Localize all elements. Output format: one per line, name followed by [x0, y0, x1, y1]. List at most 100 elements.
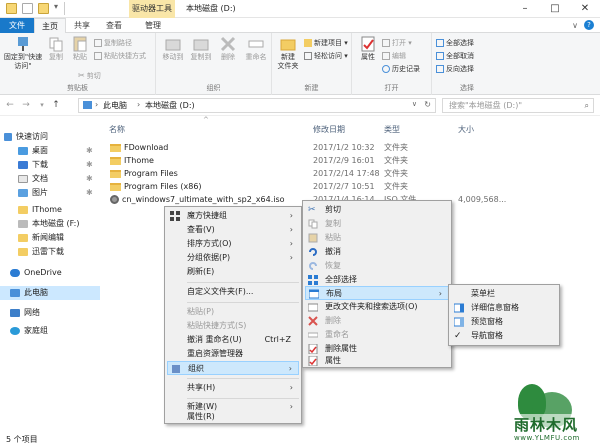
- menu-item-customize-folder[interactable]: 自定义文件夹(F)...: [167, 285, 299, 299]
- pictures-icon: [18, 188, 28, 197]
- move-to-button[interactable]: 移动到: [160, 35, 186, 62]
- folder-icon[interactable]: [6, 3, 17, 14]
- close-icon[interactable]: ✕: [570, 0, 600, 18]
- column-size[interactable]: 大小: [458, 124, 474, 135]
- sidebar-item-news-edit[interactable]: 新闻编辑: [18, 231, 118, 245]
- details-pane-icon: [454, 303, 464, 313]
- tab-share[interactable]: 共享: [66, 18, 98, 33]
- tab-home[interactable]: 主页: [34, 18, 66, 33]
- menu-item-undo-rename[interactable]: 撤消 重命名(U) Ctrl+Z: [167, 333, 299, 347]
- submenu-item-details-pane[interactable]: 详细信息窗格: [451, 301, 557, 315]
- column-date[interactable]: 修改日期: [313, 124, 345, 135]
- help-icon[interactable]: ?: [584, 20, 594, 30]
- history-button[interactable]: 历史记录: [382, 64, 420, 74]
- breadcrumb-this-pc[interactable]: 此电脑: [103, 100, 127, 111]
- menu-item-properties[interactable]: 属性(R): [167, 411, 299, 423]
- pin-quick-access-button[interactable]: 固定到"快速访问": [2, 35, 44, 71]
- menu-label: 重命名: [325, 330, 349, 339]
- submenu-item-undo[interactable]: 撤消: [305, 245, 449, 259]
- edit-button[interactable]: 编辑: [382, 51, 406, 61]
- easy-access-button[interactable]: 轻松访问 ▾: [304, 51, 348, 61]
- back-arrow-icon[interactable]: ←: [4, 99, 16, 111]
- recent-chevron-icon[interactable]: ▾: [36, 99, 48, 111]
- collapse-ribbon-icon[interactable]: ∨: [572, 21, 578, 30]
- address-input[interactable]: › 此电脑 › 本地磁盘 (D:) ∨ ↻: [78, 98, 436, 113]
- copy-to-button[interactable]: 复制到: [188, 35, 214, 62]
- menu-item-mofang[interactable]: 魔方快捷组 ›: [167, 209, 299, 223]
- submenu-item-layout[interactable]: 布局 ›: [305, 286, 449, 300]
- select-none-button[interactable]: 全部取消: [436, 51, 474, 61]
- up-arrow-icon[interactable]: ↑: [50, 99, 62, 111]
- delete-button[interactable]: 删除: [216, 35, 240, 62]
- sidebar-item-onedrive[interactable]: OneDrive: [10, 266, 110, 280]
- submenu-item-properties[interactable]: 属性: [305, 354, 449, 367]
- undo-icon: [309, 248, 317, 256]
- rename-button[interactable]: 重命名: [242, 35, 270, 62]
- tab-file[interactable]: 文件: [0, 18, 34, 33]
- select-all-button[interactable]: 全部选择: [436, 38, 474, 48]
- sidebar-item-ithome[interactable]: IThome: [18, 203, 118, 217]
- sidebar-item-drive-f[interactable]: 本地磁盘 (F:): [18, 217, 118, 231]
- column-type[interactable]: 类型: [384, 124, 400, 135]
- submenu-item-paste[interactable]: 粘贴: [305, 231, 449, 245]
- properties-button[interactable]: 属性: [356, 35, 380, 62]
- open-button[interactable]: 打开 ▾: [382, 38, 412, 48]
- maximize-icon[interactable]: □: [540, 0, 570, 18]
- copy-button[interactable]: 复制: [44, 35, 68, 62]
- menu-label: 重启资源管理器: [187, 349, 243, 358]
- sidebar-item-desktop[interactable]: 桌面 ✱: [18, 144, 118, 158]
- menu-item-view[interactable]: 查看(V) ›: [167, 223, 299, 237]
- sidebar-item-homegroup[interactable]: 家庭组: [10, 324, 110, 338]
- sidebar-item-quick-access[interactable]: 快速访问: [4, 130, 104, 144]
- refresh-icon[interactable]: ↻: [424, 100, 431, 109]
- menu-item-share[interactable]: 共享(H) ›: [167, 381, 299, 395]
- menu-item-sort[interactable]: 排序方式(O) ›: [167, 237, 299, 251]
- sidebar-item-downloads[interactable]: 下载 ✱: [18, 158, 118, 172]
- menu-item-paste[interactable]: 粘贴(P): [167, 305, 299, 319]
- table-row[interactable]: IThome 2017/2/9 16:01 文件夹: [107, 154, 600, 167]
- sidebar-item-this-pc[interactable]: 此电脑: [0, 286, 100, 300]
- invert-selection-button[interactable]: 反向选择: [436, 64, 474, 74]
- submenu-item-select-all[interactable]: 全部选择: [305, 273, 449, 287]
- search-input[interactable]: 搜索"本地磁盘 (D:)" ⌕: [442, 98, 594, 113]
- copy-icon: [49, 37, 63, 52]
- table-row[interactable]: Program Files 2017/2/14 17:48 文件夹: [107, 167, 600, 180]
- menu-item-group-by[interactable]: 分组依据(P) ›: [167, 251, 299, 265]
- table-row[interactable]: Program Files (x86) 2017/2/7 10:51 文件夹: [107, 180, 600, 193]
- tab-view[interactable]: 查看: [98, 18, 130, 33]
- sidebar-item-documents[interactable]: 文档 ✱: [18, 172, 118, 186]
- submenu-item-delete[interactable]: 删除: [305, 314, 449, 328]
- new-folder-button[interactable]: 新建 文件夹: [274, 35, 302, 71]
- paste-button[interactable]: 粘贴: [68, 35, 92, 62]
- submenu-item-folder-options[interactable]: 更改文件夹和搜索选项(O): [305, 300, 449, 314]
- submenu-item-cut[interactable]: ✂ 剪切: [305, 203, 449, 217]
- table-row[interactable]: FDownload 2017/1/2 10:32 文件夹: [107, 141, 600, 154]
- cut-button[interactable]: ✂ 剪切: [78, 71, 101, 81]
- breadcrumb-drive-d[interactable]: 本地磁盘 (D:): [145, 100, 195, 111]
- submenu-item-redo[interactable]: 恢复: [305, 259, 449, 273]
- quick-access-dropdown-icon[interactable]: ▾: [54, 2, 58, 11]
- menu-item-paste-shortcut[interactable]: 粘贴快捷方式(S): [167, 319, 299, 333]
- submenu-item-rename[interactable]: 重命名: [305, 328, 449, 342]
- submenu-item-preview-pane[interactable]: 预览窗格: [451, 315, 557, 329]
- new-item-button[interactable]: 新建项目 ▾: [304, 38, 348, 48]
- history-label: 历史记录: [392, 65, 420, 73]
- column-name[interactable]: 名称: [109, 124, 125, 135]
- sidebar-item-network[interactable]: 网络: [10, 306, 110, 320]
- tab-manage[interactable]: 管理: [130, 18, 176, 33]
- submenu-item-navigation-pane[interactable]: ✓ 导航窗格: [451, 329, 557, 343]
- menu-item-organize[interactable]: 组织 ›: [167, 361, 299, 375]
- sidebar-item-thunder-download[interactable]: 迅雷下载: [18, 245, 118, 259]
- menu-item-restart-explorer[interactable]: 重启资源管理器: [167, 347, 299, 361]
- address-dropdown-icon[interactable]: ∨: [412, 100, 417, 108]
- submenu-item-menubar[interactable]: 菜单栏: [451, 287, 557, 301]
- paste-shortcut-button[interactable]: 粘贴快捷方式: [94, 51, 146, 61]
- sidebar-item-pictures[interactable]: 图片 ✱: [18, 186, 118, 200]
- properties-icon[interactable]: [22, 3, 33, 14]
- new-folder-icon[interactable]: [38, 3, 49, 14]
- minimize-icon[interactable]: –: [510, 0, 540, 18]
- copy-path-button[interactable]: 复制路径: [94, 38, 132, 48]
- menu-item-refresh[interactable]: 刷新(E): [167, 265, 299, 279]
- forward-arrow-icon[interactable]: →: [20, 99, 32, 111]
- submenu-item-copy[interactable]: 复制: [305, 217, 449, 231]
